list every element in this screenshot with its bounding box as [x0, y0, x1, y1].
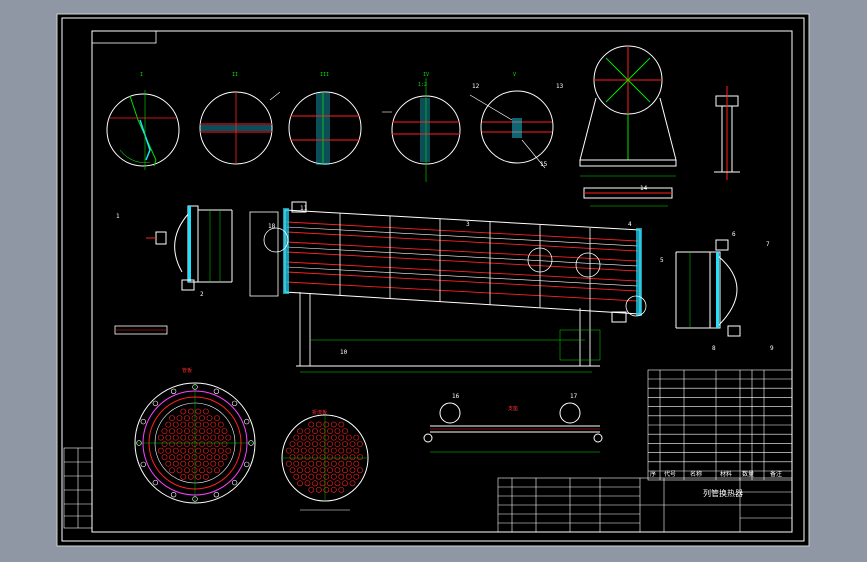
heat-exchanger-drawing: 列管换热器 序 代号 名称 材料 数量 备注 I II III IV V 1:2…: [56, 13, 810, 547]
part-number-3: 3: [466, 221, 470, 228]
bom-header-material: 材料: [720, 470, 732, 478]
part-number-12: 12: [472, 83, 480, 90]
part-number-4: 4: [628, 221, 632, 228]
part-number-7: 7: [766, 241, 770, 248]
part-number-8: 8: [712, 345, 716, 352]
part-number-11: 11: [300, 205, 308, 212]
part-number-15: 15: [540, 161, 548, 168]
section-label-I: I: [140, 72, 143, 78]
view-title-baffle: 折流板: [312, 409, 327, 416]
part-number-9: 9: [770, 345, 774, 352]
part-number-14: 14: [640, 185, 648, 192]
part-number-6: 6: [732, 231, 736, 238]
section-label-III: III: [320, 72, 329, 78]
bom-header-seq: 序: [650, 470, 656, 478]
part-number-5: 5: [660, 257, 664, 264]
drawing-title: 列管换热器: [703, 488, 743, 498]
part-number-10: 10: [340, 349, 348, 356]
section-label-IV: IV: [423, 72, 429, 78]
part-number-18: 18: [268, 223, 276, 230]
scale-label: 1:2: [418, 82, 427, 88]
section-label-II: II: [232, 72, 238, 78]
view-title-tube-sheet: 管板: [182, 367, 192, 374]
bom-header-note: 备注: [770, 470, 782, 478]
bom-header-code: 代号: [664, 470, 676, 478]
part-number-1: 1: [116, 213, 120, 220]
view-title-support: 支座: [508, 405, 518, 412]
section-label-V: V: [513, 72, 516, 78]
part-number-17: 17: [570, 393, 578, 400]
part-number-2: 2: [200, 291, 204, 298]
bom-header-name: 名称: [690, 470, 702, 478]
bom-header-qty: 数量: [742, 470, 754, 478]
part-number-13: 13: [556, 83, 564, 90]
part-number-16: 16: [452, 393, 460, 400]
cad-viewport[interactable]: 列管换热器 序 代号 名称 材料 数量 备注 I II III IV V 1:2…: [0, 0, 867, 562]
